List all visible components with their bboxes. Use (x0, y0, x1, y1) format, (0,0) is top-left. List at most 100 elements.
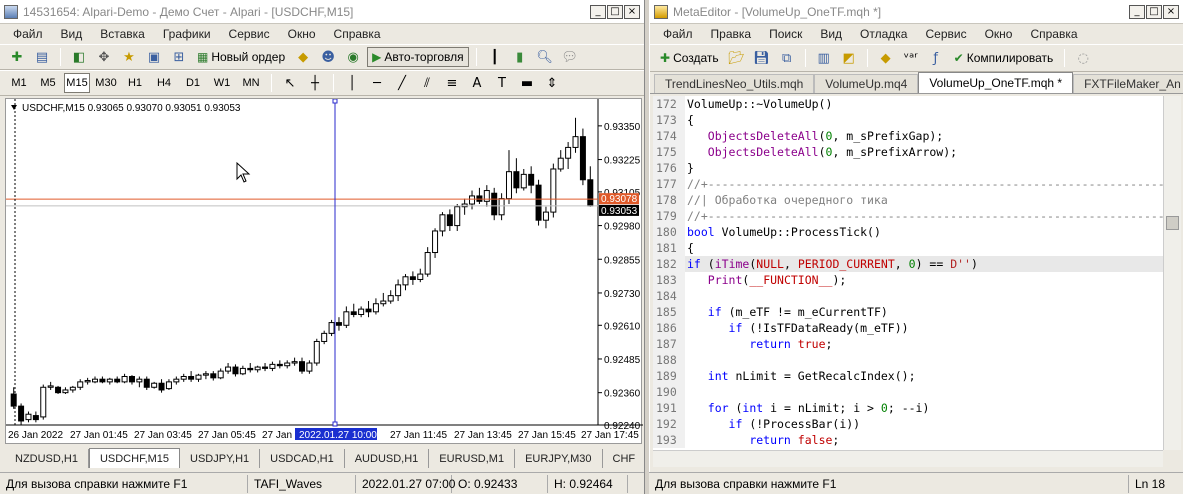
close-button[interactable]: × (624, 4, 640, 19)
period-m30[interactable]: M30 (93, 73, 119, 93)
code-line[interactable]: 192 if (!ProcessBar(i)) (653, 416, 1163, 432)
me-menu-view[interactable]: Вид (811, 27, 851, 41)
code-line[interactable]: 177//+----------------------------------… (653, 176, 1163, 192)
me-menu-file[interactable]: Файл (654, 27, 702, 41)
me-close-button[interactable]: × (1163, 4, 1179, 19)
period-m15[interactable]: M15 (64, 73, 90, 93)
candlestick-icon[interactable]: ▮ (509, 47, 531, 67)
symbol-tab[interactable]: EURJPY,M30 (515, 449, 603, 468)
file-tab[interactable]: FXTFileMaker_An (1073, 74, 1183, 93)
me-menu-edit[interactable]: Правка (702, 27, 761, 41)
price-chart[interactable]: 0.933500.932250.931050.929800.928550.927… (5, 98, 643, 445)
save-all-icon[interactable]: ⧉ (776, 48, 798, 68)
menu-help[interactable]: Справка (325, 27, 390, 41)
stop-icon[interactable]: ◌ (1072, 48, 1094, 68)
vertical-line-icon[interactable]: │ (341, 73, 363, 93)
file-tab[interactable]: TrendLinesNeo_Utils.mqh (654, 74, 815, 93)
period-h1[interactable]: H1 (122, 73, 148, 93)
data-window-icon[interactable]: ✥ (93, 47, 115, 67)
trendline-icon[interactable]: ╱ (391, 73, 413, 93)
symbol-tab[interactable]: CHF (603, 449, 644, 468)
metaeditor-icon[interactable]: ◆ (292, 47, 314, 67)
code-line[interactable]: 193 return false; (653, 432, 1163, 448)
symbol-tab[interactable]: NZDUSD,H1 (5, 449, 89, 468)
crosshair-icon[interactable]: ┼ (304, 73, 326, 93)
code-horizontal-scrollbar[interactable] (653, 450, 1163, 467)
period-m1[interactable]: M1 (6, 73, 32, 93)
period-w1[interactable]: W1 (209, 73, 235, 93)
file-tab[interactable]: VolumeUp_OneTF.mqh * (918, 72, 1074, 93)
menu-window[interactable]: Окно (279, 27, 325, 41)
me-menu-help[interactable]: Справка (1021, 27, 1086, 41)
autotrading-button[interactable]: ▶ Авто-торговля (367, 47, 469, 67)
code-line[interactable]: 186 if (!IsTFDataReady(m_eTF)) (653, 320, 1163, 336)
signals-icon[interactable]: ☻ (317, 47, 339, 67)
me-menu-search[interactable]: Поиск (760, 27, 811, 41)
me-minimize-button[interactable]: _ (1129, 4, 1145, 19)
styler-icon[interactable]: ◆ (875, 48, 897, 68)
code-line[interactable]: 185 if (m_eTF != m_eCurrentTF) (653, 304, 1163, 320)
code-line[interactable]: 179//+----------------------------------… (653, 208, 1163, 224)
horizontal-line-icon[interactable]: ─ (366, 73, 388, 93)
menu-insert[interactable]: Вставка (91, 27, 154, 41)
terminal-icon[interactable]: ▣ (143, 47, 165, 67)
code-line[interactable]: 187 return true; (653, 336, 1163, 352)
me-menu-window[interactable]: Окно (976, 27, 1022, 41)
code-vertical-scrollbar[interactable] (1163, 96, 1181, 450)
arrows-dropdown-icon[interactable]: ⇕ (541, 73, 563, 93)
period-h4[interactable]: H4 (151, 73, 177, 93)
profiles-icon[interactable]: ▤ (31, 47, 53, 67)
code-line[interactable]: 182 if (iTime(NULL, PERIOD_CURRENT, 0) ==… (653, 256, 1163, 272)
code-line[interactable]: 172 VolumeUp::~VolumeUp() (653, 96, 1163, 112)
period-d1[interactable]: D1 (180, 73, 206, 93)
variables-icon[interactable]: ᵛᵃʳ (900, 48, 922, 68)
zoom-in-icon[interactable]: 🔍︎ (534, 47, 556, 67)
code-line[interactable]: 191 for (int i = nLimit; i > 0; --i) (653, 400, 1163, 416)
file-tab[interactable]: VolumeUp.mq4 (814, 74, 919, 93)
comment-icon[interactable]: 💬︎ (559, 47, 581, 67)
new-chart-icon[interactable]: ✚ (6, 47, 28, 67)
channel-icon[interactable]: ⫽ (416, 73, 438, 93)
code-line[interactable]: 188 (653, 352, 1163, 368)
menu-tools[interactable]: Сервис (220, 27, 279, 41)
text-icon[interactable]: A (466, 73, 488, 93)
code-line[interactable]: 189 int nLimit = GetRecalcIndex(); (653, 368, 1163, 384)
market-watch-icon[interactable]: ◧ (68, 47, 90, 67)
scroll-thumb[interactable] (1166, 216, 1179, 230)
menu-view[interactable]: Вид (52, 27, 92, 41)
functions-icon[interactable]: ƒ (925, 48, 947, 68)
period-m5[interactable]: M5 (35, 73, 61, 93)
tester-icon[interactable]: ⊞ (168, 47, 190, 67)
code-line[interactable]: 183 Print(__FUNCTION__); (653, 272, 1163, 288)
compile-button[interactable]: ✔ Компилировать (950, 48, 1058, 68)
code-line[interactable]: 190 (653, 384, 1163, 400)
symbol-tab[interactable]: USDCHF,M15 (88, 448, 181, 468)
toolbox-panel-icon[interactable]: ◩ (838, 48, 860, 68)
rectangle-icon[interactable]: ▬ (516, 73, 538, 93)
maximize-button[interactable]: □ (607, 4, 623, 19)
chart-canvas[interactable]: 0.933500.932250.931050.929800.928550.927… (6, 99, 643, 445)
menu-charts[interactable]: Графики (154, 27, 220, 41)
open-icon[interactable]: 📂︎ (726, 48, 748, 68)
code-line[interactable]: 180 bool VolumeUp::ProcessTick() (653, 224, 1163, 240)
code-line[interactable]: 174 ObjectsDeleteAll(0, m_sPrefixGap); (653, 128, 1163, 144)
symbol-tab[interactable]: AUDUSD,H1 (345, 449, 430, 468)
me-menu-tools[interactable]: Сервис (916, 27, 975, 41)
fibonacci-icon[interactable]: ≡ (441, 73, 463, 93)
new-file-button[interactable]: ✚ Создать (656, 48, 723, 68)
code-line[interactable]: 173{ (653, 112, 1163, 128)
code-editor[interactable]: 172 VolumeUp::~VolumeUp() 173{174 ObjectsD… (653, 96, 1163, 450)
period-mn[interactable]: MN (238, 73, 264, 93)
code-line[interactable]: 176} (653, 160, 1163, 176)
symbol-tab[interactable]: USDJPY,H1 (180, 449, 261, 468)
symbol-tab[interactable]: USDCAD,H1 (260, 449, 345, 468)
minimize-button[interactable]: _ (590, 4, 606, 19)
new-order-button[interactable]: ▦ Новый ордер (193, 47, 289, 67)
symbol-tab[interactable]: EURUSD,M1 (429, 449, 516, 468)
save-icon[interactable]: 💾︎ (751, 48, 773, 68)
me-maximize-button[interactable]: □ (1146, 4, 1162, 19)
cursor-icon[interactable]: ↖ (279, 73, 301, 93)
menu-file[interactable]: Файл (4, 27, 52, 41)
bar-chart-icon[interactable]: ┃ (484, 47, 506, 67)
navigator-panel-icon[interactable]: ▥ (813, 48, 835, 68)
